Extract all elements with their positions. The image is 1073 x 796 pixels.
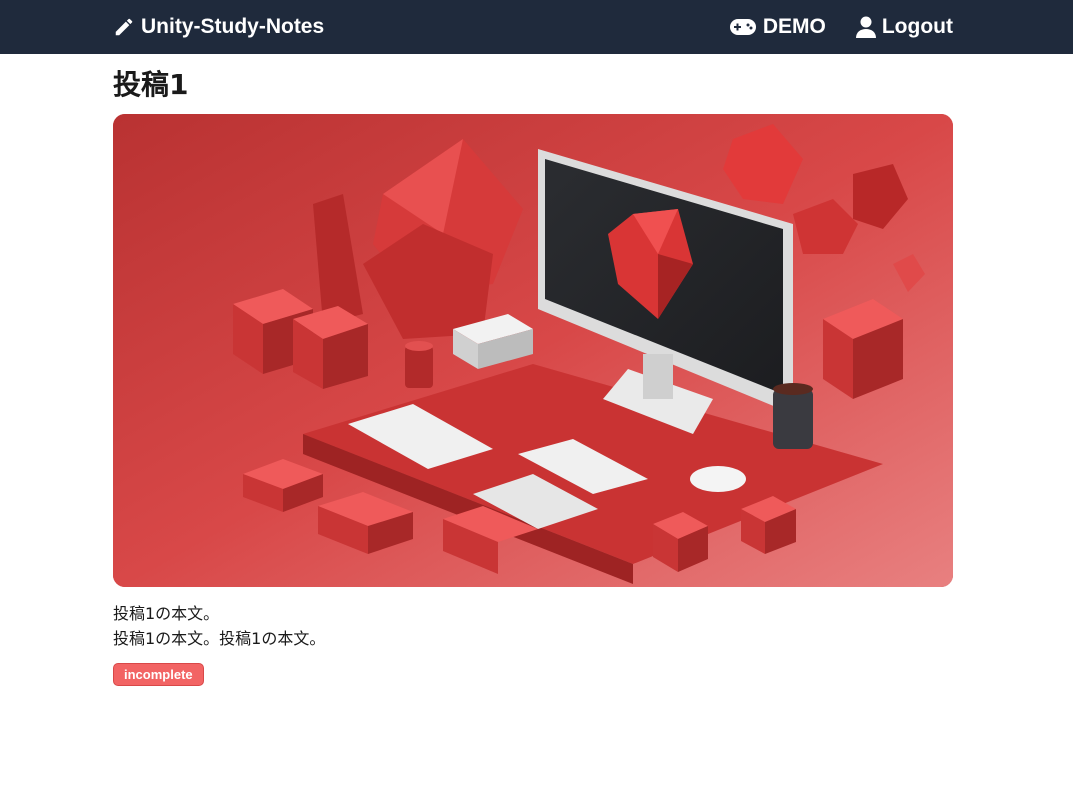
gamepad-icon — [729, 17, 757, 37]
user-icon — [855, 16, 876, 38]
top-navbar: Unity-Study-Notes DEMO Logout — [0, 0, 1073, 54]
post-body: 投稿1の本文。 投稿1の本文。投稿1の本文。 — [113, 601, 953, 651]
post-title: 投稿1 — [113, 68, 189, 101]
nav-links: DEMO Logout — [729, 15, 953, 39]
logout-label: Logout — [881, 15, 953, 38]
pencil-icon — [113, 16, 135, 38]
navbar-inner: Unity-Study-Notes DEMO Logout — [113, 15, 953, 39]
demo-link[interactable]: DEMO — [729, 15, 826, 39]
status-badge: incomplete — [113, 663, 204, 686]
brand-title: Unity-Study-Notes — [141, 15, 325, 38]
logout-link[interactable]: Logout — [855, 15, 953, 39]
brand-link[interactable]: Unity-Study-Notes — [113, 15, 324, 39]
demo-label: DEMO — [762, 15, 826, 38]
post-hero-image — [113, 114, 953, 587]
post-content: 投稿1 投稿1の本文。 投稿1の本文。投稿1の本文。 incomplete — [113, 54, 953, 686]
post-body-line-1: 投稿1の本文。 — [113, 604, 220, 623]
post-body-line-2: 投稿1の本文。投稿1の本文。 — [113, 629, 326, 648]
hero-illustration — [113, 114, 953, 587]
